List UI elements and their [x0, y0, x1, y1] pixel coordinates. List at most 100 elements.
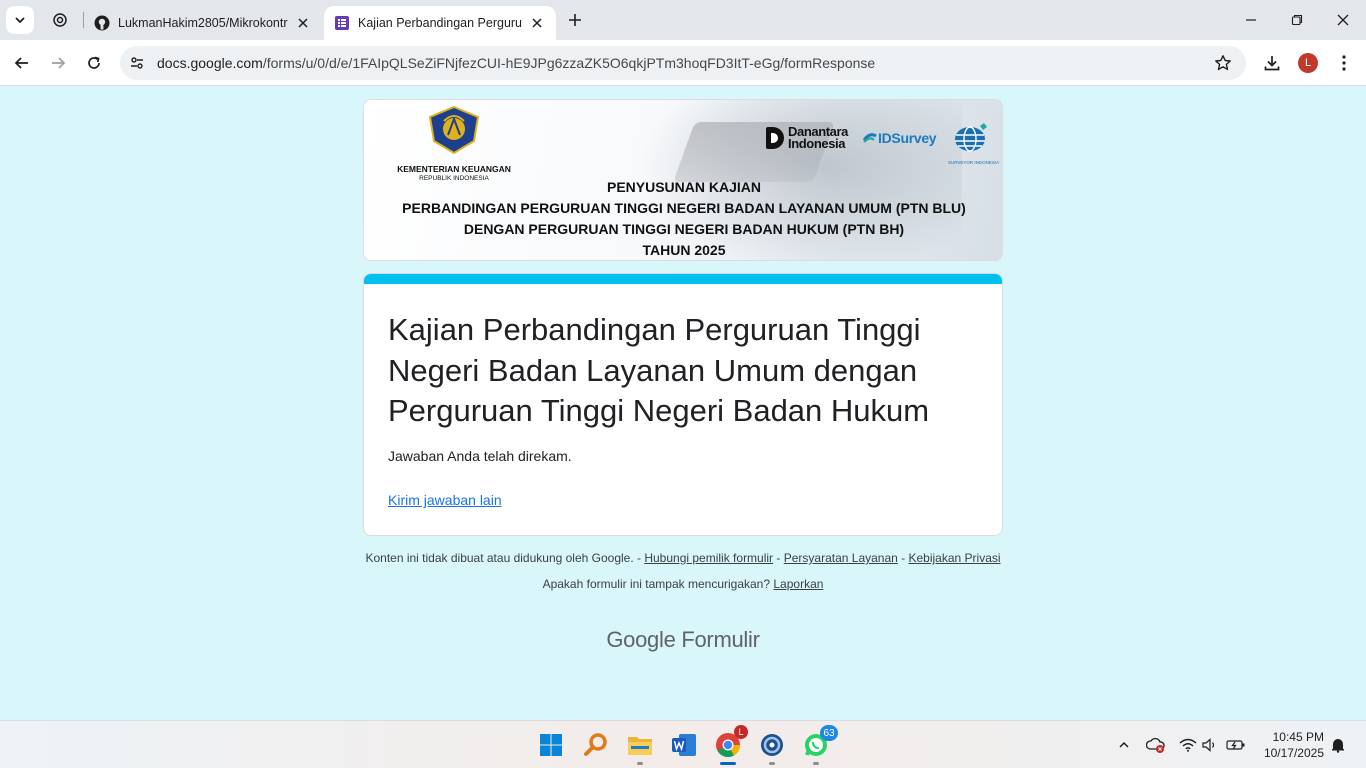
google-forms-icon — [334, 15, 350, 31]
running-indicator — [769, 762, 775, 765]
tab-strip: LukmanHakim2805/Mikrokontroler Kajian Pe… — [0, 0, 1366, 40]
close-tab-icon[interactable] — [528, 14, 546, 32]
close-tab-icon[interactable] — [294, 14, 312, 32]
google-forms-brand[interactable]: Google Formulir — [363, 627, 1003, 653]
forward-button[interactable] — [44, 49, 72, 77]
arrow-right-icon — [52, 57, 66, 69]
app-icon — [761, 734, 783, 756]
form-footer: Konten ini tidak dibuat atau didukung ol… — [363, 551, 1003, 591]
taskbar-word[interactable] — [668, 729, 700, 761]
pinned-tab-chatgpt[interactable] — [44, 6, 76, 34]
tray-wifi[interactable] — [1178, 735, 1198, 755]
restore-icon — [1291, 14, 1303, 26]
windows-logo-icon — [540, 734, 562, 756]
idsurvey-mark-icon — [862, 133, 877, 143]
tab-google-forms[interactable]: Kajian Perbandingan Perguruan Tinggi — [324, 6, 556, 40]
profile-button[interactable]: L — [1295, 50, 1321, 76]
cloud-error-icon — [1146, 737, 1165, 753]
minimize-button[interactable] — [1228, 0, 1274, 40]
close-icon — [1337, 14, 1349, 26]
restore-button[interactable] — [1274, 0, 1320, 40]
contact-owner-link[interactable]: Hubungi pemilik formulir — [644, 551, 773, 565]
github-icon — [94, 15, 110, 31]
arrow-left-icon — [14, 57, 28, 69]
tab-github[interactable]: LukmanHakim2805/Mikrokontroler — [84, 6, 322, 40]
menu-button[interactable] — [1331, 50, 1357, 76]
chrome-profile-badge: L — [734, 725, 748, 739]
form-title: Kajian Perbandingan Perguruan Tinggi Neg… — [388, 312, 930, 428]
taskbar-app[interactable] — [756, 729, 788, 765]
idsurvey-text: IDSurvey — [878, 130, 937, 146]
surveyor-caption: SURVEYOR INDONESIA — [948, 160, 1000, 165]
danantara-mark-icon — [766, 127, 784, 149]
avatar: L — [1298, 53, 1318, 73]
more-vert-icon — [1342, 55, 1346, 71]
minimize-icon — [1246, 19, 1256, 21]
form-header-banner: KEMENTERIAN KEUANGAN REPUBLIK INDONESIA … — [363, 99, 1003, 261]
plus-icon — [569, 14, 581, 26]
banner-line-1: PENYUSUNAN KAJIAN — [606, 179, 762, 195]
search-icon — [584, 733, 607, 756]
new-tab-button[interactable] — [563, 8, 587, 32]
running-indicator — [813, 762, 819, 765]
banner-heading: PENYUSUNAN KAJIAN PERBANDINGAN PERGURUAN… — [364, 177, 1002, 260]
show-hidden-icons-button[interactable] — [1114, 735, 1134, 755]
download-icon — [1264, 56, 1280, 71]
bookmark-star-icon[interactable] — [1214, 54, 1232, 72]
taskbar-file-explorer[interactable] — [624, 729, 656, 765]
openai-icon — [53, 13, 67, 27]
taskbar-chrome[interactable]: L — [712, 725, 748, 765]
start-button[interactable] — [535, 729, 567, 761]
tab-title: Kajian Perbandingan Perguruan Tinggi — [358, 16, 522, 30]
tray-volume[interactable] — [1200, 735, 1220, 755]
whatsapp-unread-badge: 63 — [820, 725, 838, 741]
suspicious-text: Apakah formulir ini tampak mencurigakan? — [542, 577, 771, 591]
brand-google: Google — [606, 627, 676, 652]
running-indicator — [637, 762, 643, 765]
volume-icon — [1202, 738, 1215, 752]
tray-security[interactable] — [1146, 735, 1166, 755]
downloads-button[interactable] — [1259, 50, 1285, 76]
taskbar-search[interactable] — [580, 729, 612, 761]
taskbar-clock[interactable]: 10:45 PM 10/17/2025 — [1252, 729, 1324, 761]
response-confirmation-card: Kajian Perbandingan Perguruan Tinggi Neg… — [363, 273, 1003, 536]
brand-forms: Formulir — [681, 627, 760, 652]
chevron-up-icon — [1119, 741, 1129, 748]
card-accent-bar — [364, 274, 1002, 284]
windows-taskbar: L 63 — [0, 720, 1366, 768]
active-indicator — [720, 762, 736, 765]
folder-icon — [628, 737, 652, 755]
banner-line-4: TAHUN 2025 — [642, 242, 726, 258]
submit-another-response-link[interactable]: Kirim jawaban lain — [388, 492, 502, 508]
report-link[interactable]: Laporkan — [773, 577, 823, 591]
globe-icon — [955, 123, 987, 152]
clock-date: 10/17/2025 — [1263, 746, 1324, 760]
url-text: docs.google.com/forms/u/0/d/e/1FAIpQLSeZ… — [157, 55, 875, 71]
close-window-button[interactable] — [1320, 0, 1366, 40]
ministry-name: KEMENTERIAN KEUANGAN — [397, 164, 511, 174]
surveyor-indonesia-logo: SURVEYOR INDONESIA — [948, 122, 1000, 165]
disclaimer-text: Konten ini tidak dibuat atau didukung ol… — [365, 551, 634, 565]
tab-title: LukmanHakim2805/Mikrokontroler — [118, 16, 288, 30]
kemenkeu-emblem-icon — [428, 105, 480, 155]
word-icon — [672, 734, 696, 756]
address-bar[interactable]: docs.google.com/forms/u/0/d/e/1FAIpQLSeZ… — [120, 46, 1246, 80]
kemenkeu-logo: KEMENTERIAN KEUANGAN REPUBLIK INDONESIA — [394, 105, 514, 182]
browser-toolbar: docs.google.com/forms/u/0/d/e/1FAIpQLSeZ… — [0, 40, 1366, 86]
reload-icon — [88, 56, 100, 69]
footer-disclaimer-row: Konten ini tidak dibuat atau didukung ol… — [365, 551, 1001, 565]
chevron-down-icon — [15, 17, 25, 24]
terms-link[interactable]: Persyaratan Layanan — [784, 551, 898, 565]
tab-search-button[interactable] — [6, 6, 34, 34]
tray-notifications[interactable] — [1328, 735, 1348, 755]
url-host: docs.google.com — [157, 55, 263, 71]
footer-report-row: Apakah formulir ini tampak mencurigakan?… — [363, 577, 1003, 591]
reload-button[interactable] — [80, 49, 108, 77]
site-info-icon[interactable] — [120, 46, 154, 80]
back-button[interactable] — [8, 49, 36, 77]
tray-battery[interactable] — [1226, 735, 1246, 755]
wifi-icon — [1179, 738, 1197, 752]
taskbar-whatsapp[interactable]: 63 — [800, 725, 838, 765]
privacy-link[interactable]: Kebijakan Privasi — [908, 551, 1000, 565]
danantara-line2: Indonesia — [788, 136, 846, 151]
